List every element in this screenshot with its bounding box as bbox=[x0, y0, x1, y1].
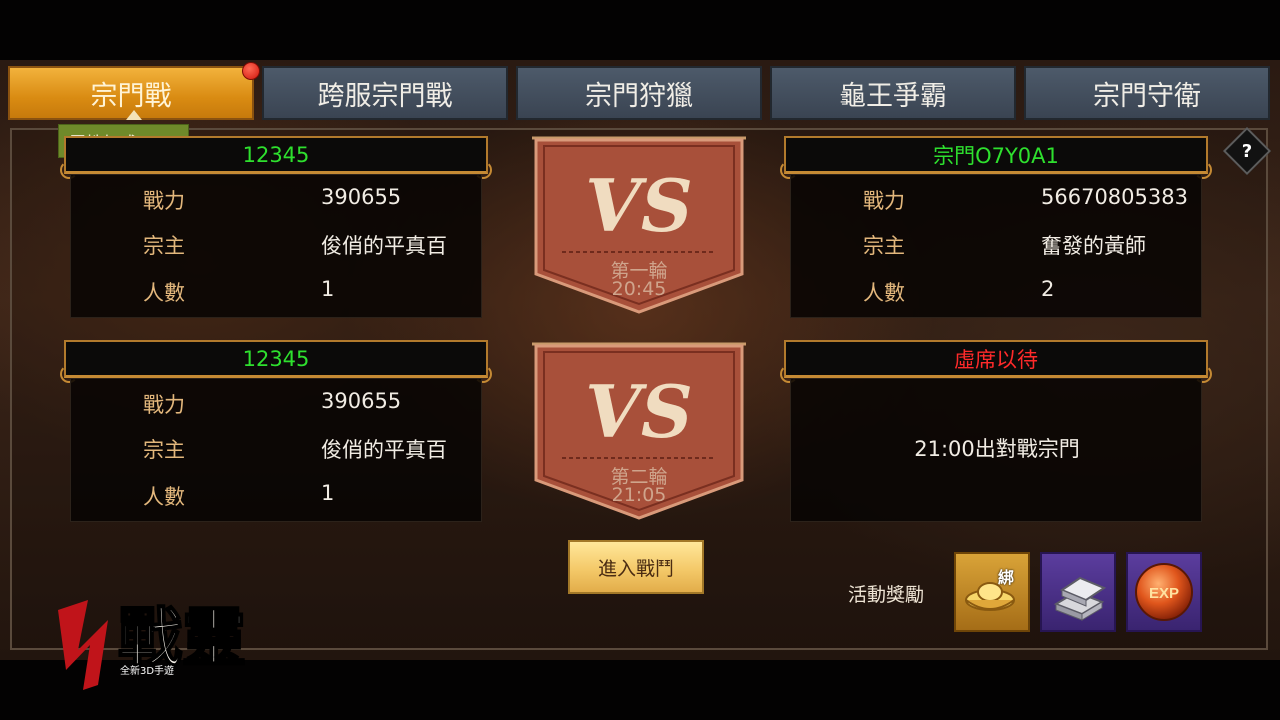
power-value: 56670805383 bbox=[1041, 185, 1188, 209]
svg-text:VS: VS bbox=[585, 163, 693, 248]
game-logo-icon: 戰靈 bbox=[58, 600, 247, 690]
members-value: 1 bbox=[321, 481, 335, 505]
vs-banner-round2: VS 第二輪 21:05 bbox=[532, 342, 746, 520]
team-name-header: 虛席以待 bbox=[780, 340, 1212, 383]
reward-exp-orb[interactable]: EXP bbox=[1126, 552, 1202, 632]
leader-value: 俊俏的平真百 bbox=[321, 234, 447, 258]
match1-left-team-card: 12345 戰力 390655 宗主 俊俏的平真百 人數 1 bbox=[60, 136, 492, 318]
tab-label: 宗門狩獵 bbox=[585, 80, 693, 112]
members-label: 人數 bbox=[863, 281, 905, 305]
vs-banner-round1: VS 第一輪 20:45 bbox=[532, 136, 746, 314]
tab-sect-guard[interactable]: 宗門守衛 bbox=[1024, 66, 1270, 120]
team-name-header: 12345 bbox=[60, 340, 492, 383]
power-value: 390655 bbox=[321, 185, 402, 209]
letterbox-top bbox=[0, 0, 1280, 60]
tab-label: 跨服宗門戰 bbox=[317, 80, 453, 112]
members-label: 人數 bbox=[143, 281, 185, 305]
round-time: 21:05 bbox=[611, 484, 667, 506]
match2-right-empty-slot: 虛席以待 21:00出對戰宗門 bbox=[780, 340, 1212, 522]
gold-ingot-icon bbox=[965, 582, 1015, 611]
match2-left-team-card: 12345 戰力 390655 宗主 俊俏的平真百 人數 1 bbox=[60, 340, 492, 522]
tab-turtle-king[interactable]: 龜王爭霸 bbox=[770, 66, 1016, 120]
power-value: 390655 bbox=[321, 389, 402, 413]
power-label: 戰力 bbox=[143, 189, 185, 213]
question-icon: ? bbox=[1241, 140, 1253, 162]
members-label: 人數 bbox=[143, 485, 185, 509]
power-label: 戰力 bbox=[863, 189, 905, 213]
exp-text: EXP bbox=[1149, 585, 1179, 602]
team-name-header: 宗門O7Y0A1 bbox=[780, 136, 1212, 179]
bound-tag: 綁 bbox=[998, 568, 1015, 587]
reward-gold-ingot[interactable]: 綁 bbox=[954, 552, 1030, 632]
members-value: 2 bbox=[1041, 277, 1055, 301]
team-stats: 戰力 390655 宗主 俊俏的平真百 人數 1 bbox=[70, 378, 482, 522]
tab-label: 龜王爭霸 bbox=[839, 80, 947, 112]
team-name: 宗門O7Y0A1 bbox=[933, 143, 1059, 168]
leader-label: 宗主 bbox=[143, 438, 185, 462]
opponent-announce-time: 21:00出對戰宗門 bbox=[914, 437, 1080, 461]
team-stats: 戰力 390655 宗主 俊俏的平真百 人數 1 bbox=[70, 174, 482, 318]
active-tab-indicator bbox=[126, 110, 142, 120]
match1-right-team-card: 宗門O7Y0A1 戰力 56670805383 宗主 奮發的黃師 人數 2 bbox=[780, 136, 1212, 318]
tab-sect-hunt[interactable]: 宗門狩獵 bbox=[516, 66, 762, 120]
leader-label: 宗主 bbox=[143, 234, 185, 258]
svg-text:VS: VS bbox=[585, 369, 693, 454]
enter-battle-button[interactable]: 進入戰鬥 bbox=[568, 540, 704, 594]
exp-orb-icon: EXP bbox=[1135, 563, 1193, 621]
tab-cross-server-sect-war[interactable]: 跨服宗門戰 bbox=[262, 66, 508, 120]
empty-slot-title: 虛席以待 bbox=[954, 347, 1038, 372]
team-name: 12345 bbox=[242, 346, 310, 371]
event-reward-label: 活動獎勵 bbox=[848, 584, 925, 606]
members-value: 1 bbox=[321, 277, 335, 301]
team-name-header: 12345 bbox=[60, 136, 492, 179]
logo-subtitle: 全新3D手遊 bbox=[120, 666, 175, 677]
team-name: 12345 bbox=[242, 142, 310, 167]
round-time: 20:45 bbox=[611, 278, 667, 300]
reward-silver-bars[interactable] bbox=[1040, 552, 1116, 632]
power-label: 戰力 bbox=[143, 393, 185, 417]
leader-value: 奮發的黃師 bbox=[1041, 234, 1146, 258]
leader-label: 宗主 bbox=[863, 234, 905, 258]
waiting-info: 21:00出對戰宗門 bbox=[790, 378, 1202, 522]
tab-label: 宗門守衛 bbox=[1093, 80, 1201, 112]
tab-label: 宗門戰 bbox=[90, 80, 172, 112]
notification-dot bbox=[242, 62, 260, 80]
silver-bars-icon bbox=[1053, 576, 1107, 621]
leader-value: 俊俏的平真百 bbox=[321, 438, 447, 462]
team-stats: 戰力 56670805383 宗主 奮發的黃師 人數 2 bbox=[790, 174, 1202, 318]
game-logo: 戰靈 bbox=[48, 590, 258, 700]
